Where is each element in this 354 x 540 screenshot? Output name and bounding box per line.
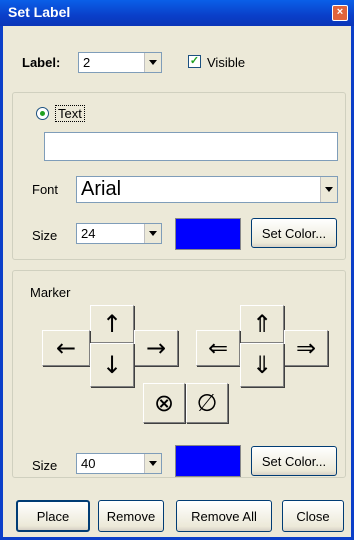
- marker-set-color-button[interactable]: Set Color...: [251, 446, 337, 476]
- font-select[interactable]: Arial: [76, 176, 338, 203]
- marker-double-left-arrow-button[interactable]: ⇐: [196, 330, 240, 366]
- font-select-value: Arial: [81, 178, 122, 200]
- marker-title: Marker: [30, 285, 71, 300]
- close-button[interactable]: Close: [282, 500, 344, 532]
- font-label: Font: [32, 182, 59, 197]
- marker-size-select[interactable]: 40: [76, 453, 162, 474]
- dropdown-arrow-icon[interactable]: [144, 454, 161, 473]
- marker-circled-x-button[interactable]: ⊗: [143, 383, 185, 423]
- dropdown-arrow-icon[interactable]: [144, 53, 161, 72]
- text-size-value: 24: [81, 226, 96, 241]
- marker-empty-set-button[interactable]: ∅: [186, 383, 228, 423]
- text-set-color-button[interactable]: Set Color...: [251, 218, 337, 248]
- window-title: Set Label: [8, 4, 71, 20]
- marker-down-arrow-button[interactable]: ↓: [90, 343, 134, 387]
- text-size-select[interactable]: 24: [76, 223, 162, 244]
- marker-double-down-arrow-button[interactable]: ⇓: [240, 343, 284, 387]
- marker-color-swatch: [175, 445, 241, 477]
- marker-size-value: 40: [81, 456, 96, 471]
- text-size-label: Size: [32, 228, 58, 243]
- dropdown-arrow-icon[interactable]: [320, 177, 337, 202]
- marker-right-arrow-button[interactable]: →: [134, 330, 178, 366]
- remove-all-button[interactable]: Remove All: [176, 500, 272, 532]
- remove-button[interactable]: Remove: [98, 500, 164, 532]
- label-select-value: 2: [83, 55, 91, 70]
- visible-label: Visible: [207, 55, 246, 70]
- text-radio[interactable]: [36, 107, 49, 120]
- dropdown-arrow-icon[interactable]: [144, 224, 161, 243]
- visible-checkbox[interactable]: ✓: [188, 55, 201, 68]
- label-text-input[interactable]: [44, 132, 338, 161]
- text-color-swatch: [175, 218, 241, 250]
- title-bar: Set Label ×: [0, 0, 354, 26]
- marker-size-label: Size: [32, 458, 58, 473]
- marker-double-right-arrow-button[interactable]: ⇒: [284, 330, 328, 366]
- text-radio-label: Text: [55, 105, 85, 122]
- marker-double-up-arrow-button[interactable]: ⇑: [240, 305, 284, 343]
- label-caption: Label:: [22, 55, 61, 70]
- place-button[interactable]: Place: [16, 500, 90, 532]
- marker-up-arrow-button[interactable]: ↑: [90, 305, 134, 343]
- marker-left-arrow-button[interactable]: ←: [42, 330, 90, 366]
- close-icon[interactable]: ×: [332, 5, 348, 21]
- label-select[interactable]: 2: [78, 52, 162, 73]
